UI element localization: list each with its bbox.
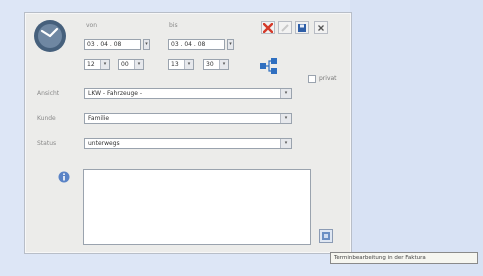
save-button[interactable] <box>295 21 309 34</box>
from-date-value: 03 . 04 . 08 <box>87 41 122 48</box>
to-date-field[interactable]: 03 . 04 . 08 <box>168 39 225 50</box>
from-minute-arrow[interactable]: ▾ <box>134 60 143 69</box>
save-icon <box>298 24 306 32</box>
from-hour-arrow[interactable]: ▾ <box>100 60 109 69</box>
from-minute-value: 00 <box>121 61 129 68</box>
art-value: LKW - Fahrzeuge - <box>88 90 143 97</box>
edit-button[interactable] <box>278 21 292 34</box>
background-band <box>350 0 483 276</box>
private-label: privat <box>319 75 337 82</box>
from-minute-field[interactable]: 00 ▾ <box>118 59 144 70</box>
edit-icon <box>281 24 289 32</box>
info-icon <box>58 171 70 183</box>
art-select[interactable]: LKW - Fahrzeuge - ▾ <box>84 88 292 99</box>
chevron-down-icon[interactable]: ▾ <box>280 139 291 148</box>
delete-icon <box>262 22 274 34</box>
status-select[interactable]: unterwegs ▾ <box>84 138 292 149</box>
clock-icon <box>34 20 66 52</box>
status-value: unterwegs <box>88 140 120 147</box>
faktura-icon <box>322 232 330 240</box>
from-hour-field[interactable]: 12 ▾ <box>84 59 110 70</box>
to-label: bis <box>169 22 178 29</box>
close-icon <box>318 25 324 31</box>
private-checkbox[interactable] <box>308 75 316 83</box>
art-label: Ansicht <box>37 90 60 97</box>
kunde-select[interactable]: Familie ▾ <box>84 113 292 124</box>
to-date-dropdown[interactable]: ▾ <box>227 39 234 50</box>
faktura-tooltip: Terminbearbeitung in der Faktura <box>330 252 478 264</box>
to-minute-value: 30 <box>206 61 214 68</box>
from-date-field[interactable]: 03 . 04 . 08 <box>84 39 141 50</box>
appointment-dialog: von bis 03 . 04 . 08 ▾ 03 . 04 . 08 ▾ 12… <box>24 12 352 254</box>
notes-textarea[interactable] <box>83 169 311 245</box>
to-minute-field[interactable]: 30 ▾ <box>203 59 229 70</box>
from-label: von <box>86 22 98 29</box>
chevron-down-icon[interactable]: ▾ <box>280 114 291 123</box>
from-date-dropdown[interactable]: ▾ <box>143 39 150 50</box>
to-date-value: 03 . 04 . 08 <box>171 41 206 48</box>
faktura-button[interactable] <box>319 229 333 243</box>
close-button[interactable] <box>314 21 328 34</box>
from-hour-value: 12 <box>87 61 95 68</box>
to-hour-arrow[interactable]: ▾ <box>184 60 193 69</box>
network-icon[interactable] <box>259 57 279 75</box>
kunde-value: Familie <box>88 115 110 122</box>
to-hour-field[interactable]: 13 ▾ <box>168 59 194 70</box>
delete-button[interactable] <box>261 21 275 34</box>
chevron-down-icon[interactable]: ▾ <box>280 89 291 98</box>
to-hour-value: 13 <box>171 61 179 68</box>
status-label: Status <box>37 140 57 147</box>
kunde-label: Kunde <box>37 115 56 122</box>
to-minute-arrow[interactable]: ▾ <box>219 60 228 69</box>
